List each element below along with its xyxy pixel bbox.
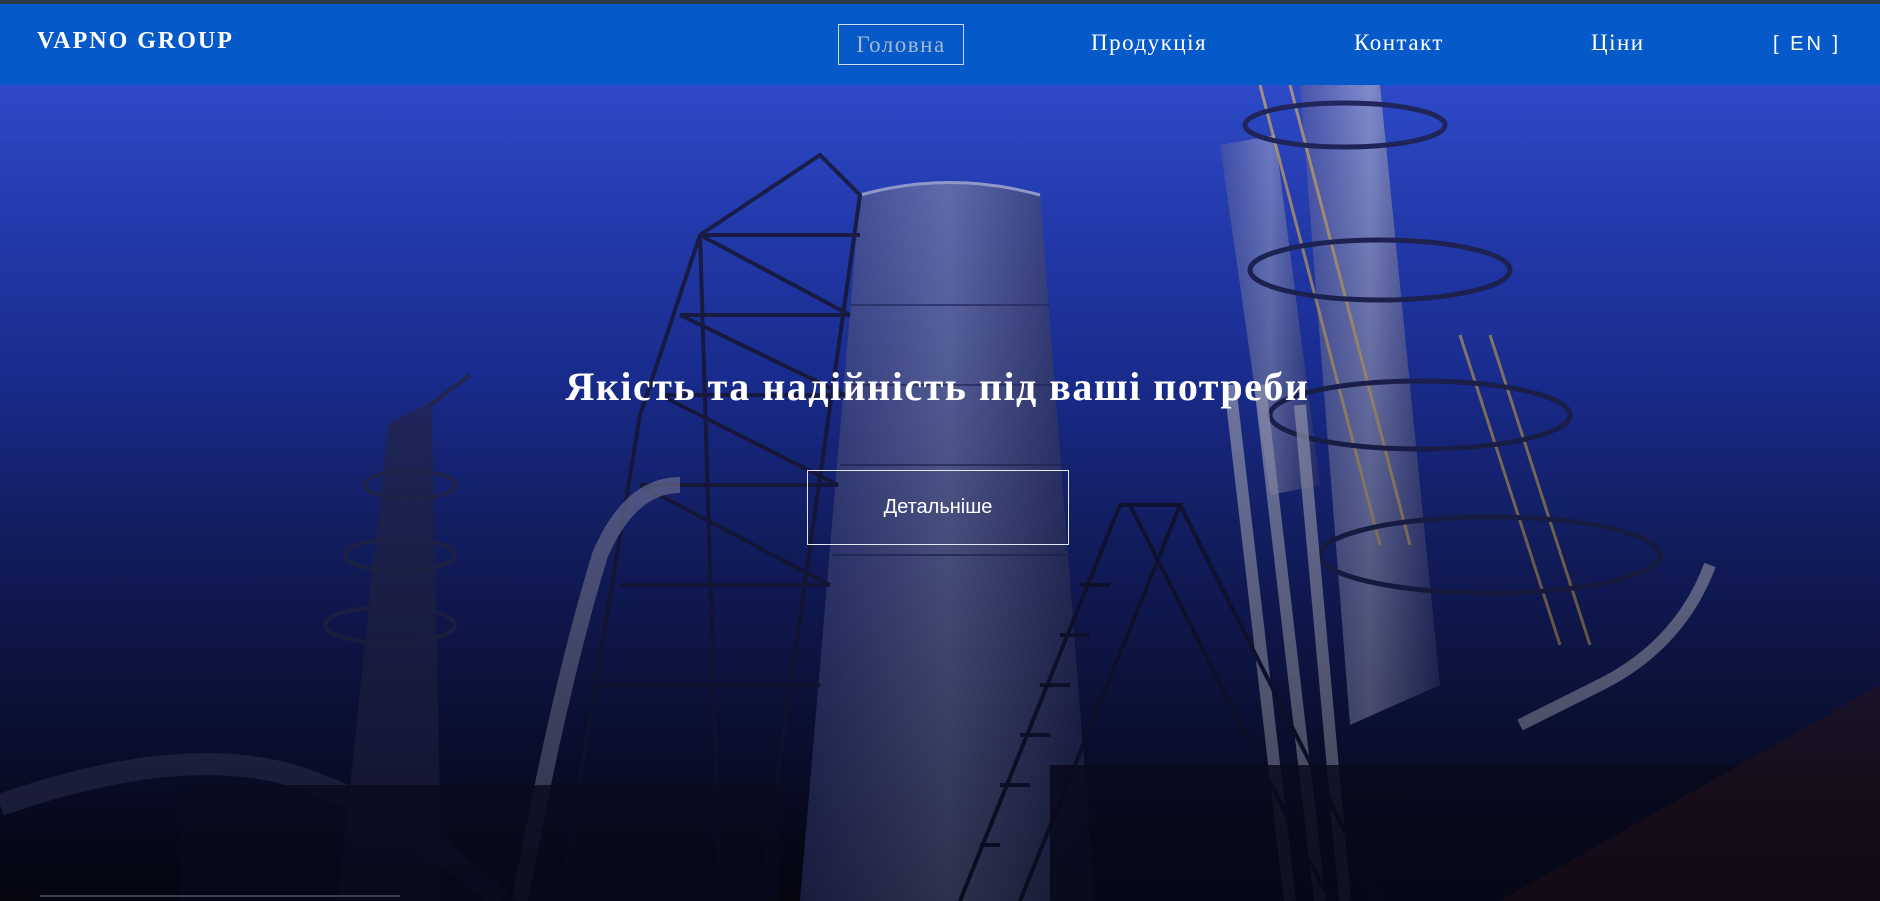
nav-link-contact[interactable]: Контакт: [1354, 30, 1444, 56]
language-switch[interactable]: [ EN ]: [1773, 33, 1841, 56]
nav-link-home[interactable]: Головна: [838, 24, 964, 65]
details-button[interactable]: Детальніше: [807, 470, 1069, 545]
navbar: VAPNO GROUP Головна Продукція Контакт Ці…: [0, 4, 1880, 85]
nav-link-prices[interactable]: Ціни: [1591, 30, 1645, 56]
bottom-divider: [40, 895, 400, 897]
nav-link-products[interactable]: Продукція: [1091, 30, 1207, 56]
hero-title: Якість та надійність під ваші потреби: [565, 364, 1310, 409]
brand-logo[interactable]: VAPNO GROUP: [37, 28, 234, 55]
hero-section: Якість та надійність під ваші потреби Де…: [0, 85, 1880, 901]
